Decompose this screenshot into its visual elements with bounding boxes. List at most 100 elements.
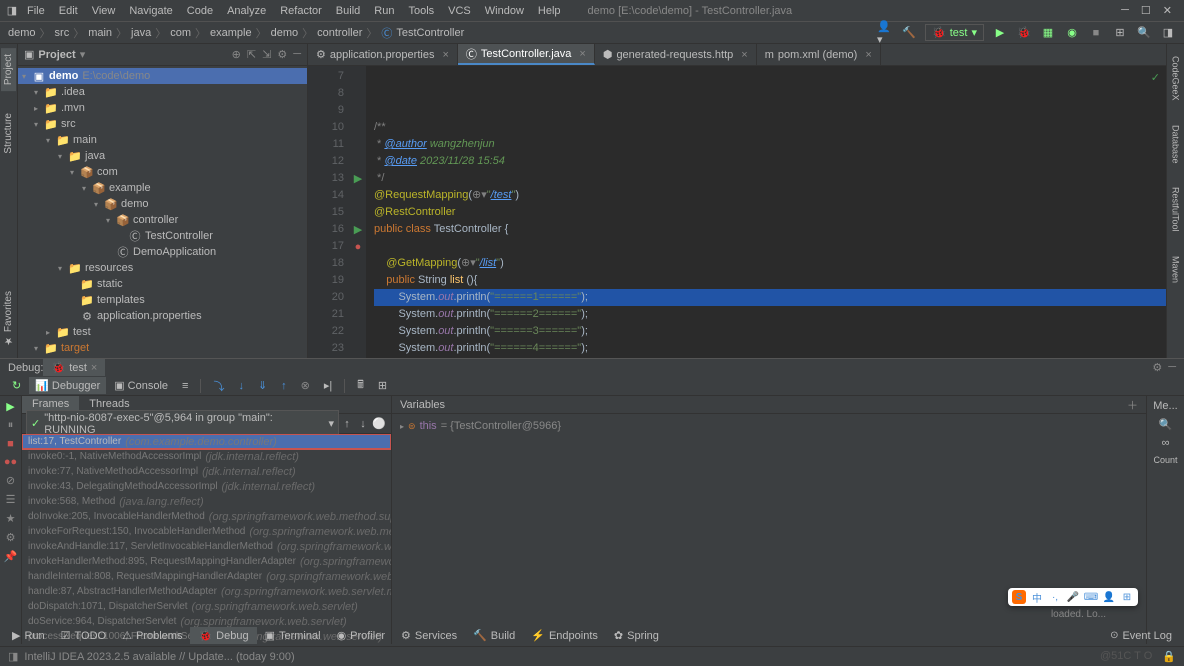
ime-voice-icon[interactable]: 🎤 — [1066, 590, 1080, 604]
tree-node[interactable]: ▾📁src — [18, 116, 307, 132]
ime-punct-icon[interactable]: ·, — [1048, 590, 1062, 604]
infinity-icon[interactable]: ∞ — [1162, 437, 1170, 449]
frame-item[interactable]: doDispatch:1071, DispatcherServlet(org.s… — [22, 599, 391, 614]
tree-node[interactable]: ▾📁java — [18, 148, 307, 164]
select-opened-icon[interactable]: ⊕ — [232, 48, 241, 61]
menu-view[interactable]: View — [85, 3, 123, 19]
next-frame-icon[interactable]: ↓ — [355, 416, 371, 432]
console-tab[interactable]: ▣ Console — [108, 377, 174, 394]
frame-item[interactable]: list:17, TestController(com.example.demo… — [22, 434, 391, 449]
frame-item[interactable]: invoke:568, Method(java.lang.reflect) — [22, 494, 391, 509]
favorites-tab[interactable]: ★ Favorites — [1, 285, 16, 352]
ime-keyboard-icon[interactable]: ⌨ — [1084, 590, 1098, 604]
collapse-all-icon[interactable]: ⇲ — [262, 48, 271, 61]
step-into-icon[interactable]: ↓ — [232, 378, 250, 394]
memory-search-icon[interactable]: 🔍 — [1159, 418, 1173, 431]
tree-node[interactable]: ⒸDemoApplication — [18, 244, 307, 260]
menu-analyze[interactable]: Analyze — [220, 3, 273, 19]
frames-list[interactable]: list:17, TestController(com.example.demo… — [22, 434, 391, 644]
menu-tools[interactable]: Tools — [401, 3, 441, 19]
tree-root[interactable]: ▾▣demoE:\code\demo — [18, 68, 307, 84]
ime-lang-icon[interactable]: 中 — [1030, 590, 1044, 604]
profile-icon[interactable]: ◉ — [1064, 25, 1080, 41]
right-tab-codegeex[interactable]: CodeGeeX — [1169, 50, 1183, 107]
run-config-selector[interactable]: 🐞 test ▾ — [925, 24, 984, 41]
debugger-tab[interactable]: 📊 Debugger — [29, 377, 106, 394]
add-watch-icon[interactable]: ＋ — [1127, 397, 1138, 413]
right-tab-maven[interactable]: Maven — [1169, 250, 1183, 289]
tree-node[interactable]: 📁static — [18, 276, 307, 292]
filter-frames-icon[interactable]: ⚪ — [371, 416, 387, 432]
editor-tab[interactable]: ⬢generated-requests.http× — [595, 44, 757, 65]
threads-view-icon[interactable]: ≡ — [176, 378, 194, 394]
tree-node[interactable]: ⚙application.properties — [18, 308, 307, 324]
drop-frame-icon[interactable]: ⊗ — [295, 377, 316, 394]
evaluate-icon[interactable]: 🖩 — [351, 374, 370, 397]
minimize-icon[interactable]: ─ — [1121, 4, 1129, 17]
get-thread-dump-icon[interactable]: ☰ — [6, 493, 16, 506]
frame-item[interactable]: invokeAndHandle:117, ServletInvocableHan… — [22, 539, 391, 554]
settings-icon[interactable]: ⚙ — [6, 531, 16, 544]
project-tab[interactable]: Project — [1, 48, 16, 91]
frame-item[interactable]: handleInternal:808, RequestMappingHandle… — [22, 569, 391, 584]
debug-run-tab[interactable]: 🐞 test × — [43, 359, 105, 376]
coverage-icon[interactable]: ▦ — [1040, 25, 1056, 41]
tree-node[interactable]: ▾📁main — [18, 132, 307, 148]
structure-tab[interactable]: Structure — [1, 107, 16, 160]
user-icon[interactable]: 👤▾ — [877, 25, 893, 41]
right-tab-database[interactable]: Database — [1169, 119, 1183, 170]
frame-item[interactable]: invokeHandlerMethod:895, RequestMappingH… — [22, 554, 391, 569]
trace-icon[interactable]: ⊞ — [372, 377, 393, 394]
gear-icon[interactable]: ⚙ — [1152, 361, 1162, 374]
hide-icon[interactable]: ─ — [1168, 361, 1176, 374]
code-editor[interactable]: ✓ /** * @author wangzhenjun * @date 2023… — [366, 66, 1166, 358]
build-icon[interactable]: 🔨 — [901, 25, 917, 41]
tree-node[interactable]: 📁templates — [18, 292, 307, 308]
frame-item[interactable]: invokeForRequest:150, InvocableHandlerMe… — [22, 524, 391, 539]
chevron-down-icon[interactable]: ▾ — [80, 48, 86, 61]
frame-item[interactable]: invoke:77, NativeMethodAccessorImpl(jdk.… — [22, 464, 391, 479]
ime-logo-icon[interactable]: S — [1012, 590, 1026, 604]
tree-node[interactable]: ▾📦demo — [18, 196, 307, 212]
close-icon[interactable]: ✕ — [1163, 4, 1172, 17]
search-icon[interactable]: 🔍 — [1136, 25, 1152, 41]
variable-row[interactable]: ▸ ⊜ this = {TestController@5966} — [400, 418, 1138, 434]
expand-icon[interactable]: ▸ — [400, 422, 404, 431]
bottom-tab-terminal[interactable]: ▣Terminal — [257, 627, 329, 644]
gear-icon[interactable]: ⚙ — [277, 48, 287, 61]
variables-body[interactable]: ▸ ⊜ this = {TestController@5966} loaded.… — [392, 414, 1146, 644]
gutter-icons[interactable]: ▶▶● — [350, 66, 366, 358]
menu-refactor[interactable]: Refactor — [273, 3, 329, 19]
menu-navigate[interactable]: Navigate — [122, 3, 179, 19]
bottom-tab-debug[interactable]: 🐞Debug — [190, 627, 256, 644]
tree-node[interactable]: ▾📁.idea — [18, 84, 307, 100]
menu-code[interactable]: Code — [180, 3, 220, 19]
menu-vcs[interactable]: VCS — [441, 3, 478, 19]
frame-item[interactable]: doInvoke:205, InvocableHandlerMethod(org… — [22, 509, 391, 524]
menu-file[interactable]: File — [20, 3, 52, 19]
ime-person-icon[interactable]: 👤 — [1102, 590, 1116, 604]
view-breakpoints-icon[interactable]: ●● — [4, 456, 17, 468]
ime-toolbar[interactable]: S 中 ·, 🎤 ⌨ 👤 ⊞ — [1008, 588, 1138, 606]
frame-item[interactable]: invoke:43, DelegatingMethodAccessorImpl(… — [22, 479, 391, 494]
hide-icon[interactable]: ─ — [293, 48, 301, 61]
tree-node[interactable]: ▾📦controller — [18, 212, 307, 228]
menu-edit[interactable]: Edit — [52, 3, 85, 19]
frame-item[interactable]: handle:87, AbstractHandlerMethodAdapter(… — [22, 584, 391, 599]
resume-icon[interactable]: ▶ — [6, 400, 14, 413]
project-tree[interactable]: ▾▣demoE:\code\demo▾📁.idea▸📁.mvn▾📁src▾📁ma… — [18, 66, 307, 358]
memory-tab[interactable]: Me... — [1153, 400, 1177, 412]
menu-window[interactable]: Window — [478, 3, 531, 19]
step-out-icon[interactable]: ↑ — [275, 378, 293, 394]
stop-icon[interactable]: ■ — [7, 438, 14, 450]
tree-node[interactable]: ▾📁resources — [18, 260, 307, 276]
lock-icon[interactable]: 🔒 — [1162, 650, 1176, 663]
tree-node[interactable]: ▸📁classes — [18, 356, 307, 358]
editor-tab[interactable]: mpom.xml (demo)× — [757, 44, 881, 65]
tree-node[interactable]: ▾📁target — [18, 340, 307, 356]
menu-run[interactable]: Run — [367, 3, 401, 19]
rerun-icon[interactable]: ↻ — [6, 377, 27, 394]
settings-icon[interactable]: ◨ — [1160, 25, 1176, 41]
editor-tab[interactable]: ⚙application.properties× — [308, 44, 458, 65]
git-icon[interactable]: ⊞ — [1112, 25, 1128, 41]
